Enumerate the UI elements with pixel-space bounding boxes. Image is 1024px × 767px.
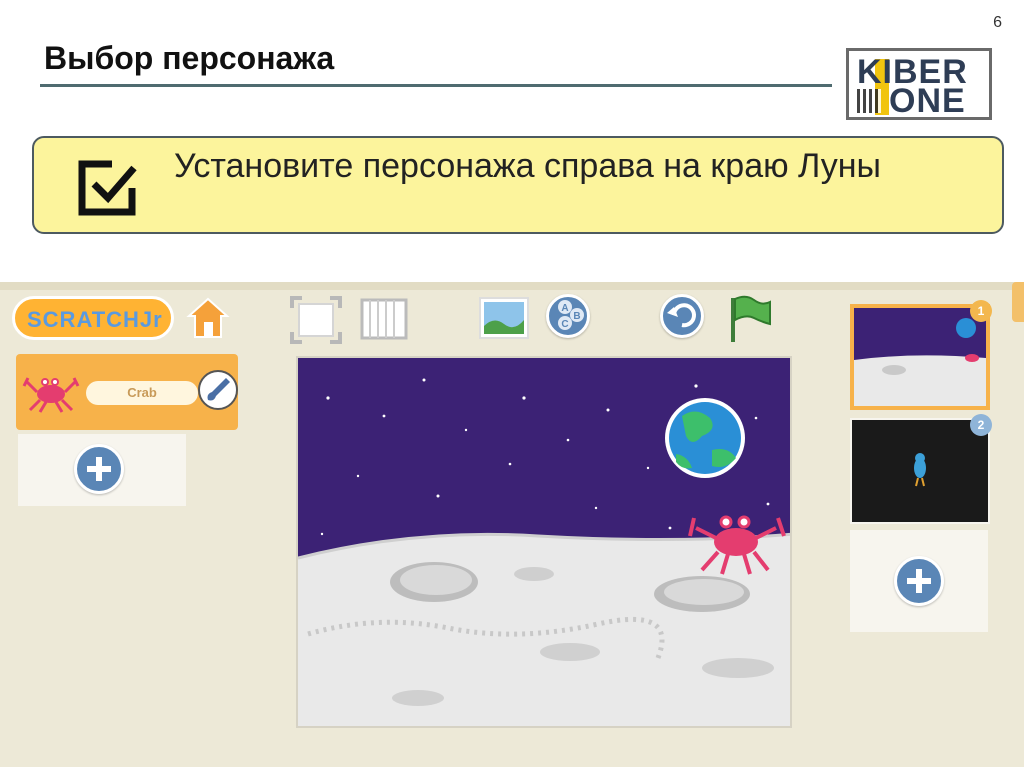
scratchjr-logo[interactable]: SCRATCHJr bbox=[12, 296, 174, 340]
stage[interactable] bbox=[296, 356, 792, 728]
fullscreen-icon[interactable] bbox=[290, 296, 342, 344]
sprite-card-crab[interactable]: Crab bbox=[16, 354, 238, 430]
plus-icon bbox=[907, 569, 931, 593]
add-sprite-area bbox=[18, 434, 186, 506]
earth-icon bbox=[665, 398, 745, 478]
svg-text:C: C bbox=[561, 319, 568, 330]
scratchjr-logo-text: SCRATCHJr bbox=[27, 307, 163, 332]
logo-line-2: ONE bbox=[889, 82, 966, 120]
page-1-preview bbox=[854, 308, 986, 406]
reset-icon[interactable] bbox=[660, 294, 704, 338]
add-page-button[interactable] bbox=[894, 556, 944, 606]
abc-letters-icon: A B C bbox=[558, 300, 584, 330]
task-text: Установите персонажа справа на краю Луны bbox=[174, 147, 881, 185]
app-top-edge bbox=[0, 282, 1024, 290]
add-sprite-button[interactable] bbox=[74, 444, 124, 494]
svg-text:A: A bbox=[561, 303, 568, 314]
green-flag-icon[interactable] bbox=[726, 294, 772, 344]
page-2-preview bbox=[852, 420, 988, 522]
page-number-badge: 2 bbox=[970, 414, 992, 436]
paintbrush-icon[interactable] bbox=[198, 370, 238, 410]
sprite-name-label: Crab bbox=[86, 381, 198, 405]
page-number: 6 bbox=[993, 14, 1002, 31]
page-number-badge: 1 bbox=[970, 300, 992, 322]
kiber-one-logo: KIBER ONE bbox=[846, 48, 992, 120]
brush-shape-icon bbox=[207, 378, 230, 401]
checkbox-icon bbox=[78, 160, 137, 216]
plus-icon bbox=[87, 457, 111, 481]
slide-title: Выбор персонажа bbox=[44, 40, 335, 76]
page-thumbnail-1[interactable]: 1 bbox=[850, 300, 992, 410]
task-box: Установите персонажа справа на краю Луны bbox=[32, 136, 1004, 234]
page-thumbnail-2[interactable]: 2 bbox=[850, 414, 992, 524]
reset-arrow-icon bbox=[667, 303, 696, 328]
home-icon[interactable] bbox=[186, 296, 230, 340]
add-page-area bbox=[850, 530, 988, 632]
abc-text-icon[interactable]: A B C bbox=[546, 294, 590, 338]
scratchjr-app: SCRATCHJr A B C Crab 1 2 bbox=[0, 282, 1024, 767]
title-underline bbox=[40, 84, 832, 87]
moon-scene bbox=[298, 378, 790, 726]
crab-icon bbox=[22, 377, 80, 413]
qr-code-icon bbox=[857, 89, 881, 113]
background-picture-icon[interactable] bbox=[478, 296, 530, 340]
svg-text:B: B bbox=[573, 311, 580, 322]
grid-icon[interactable] bbox=[360, 298, 408, 340]
page-scroll-tab[interactable] bbox=[1012, 282, 1024, 322]
